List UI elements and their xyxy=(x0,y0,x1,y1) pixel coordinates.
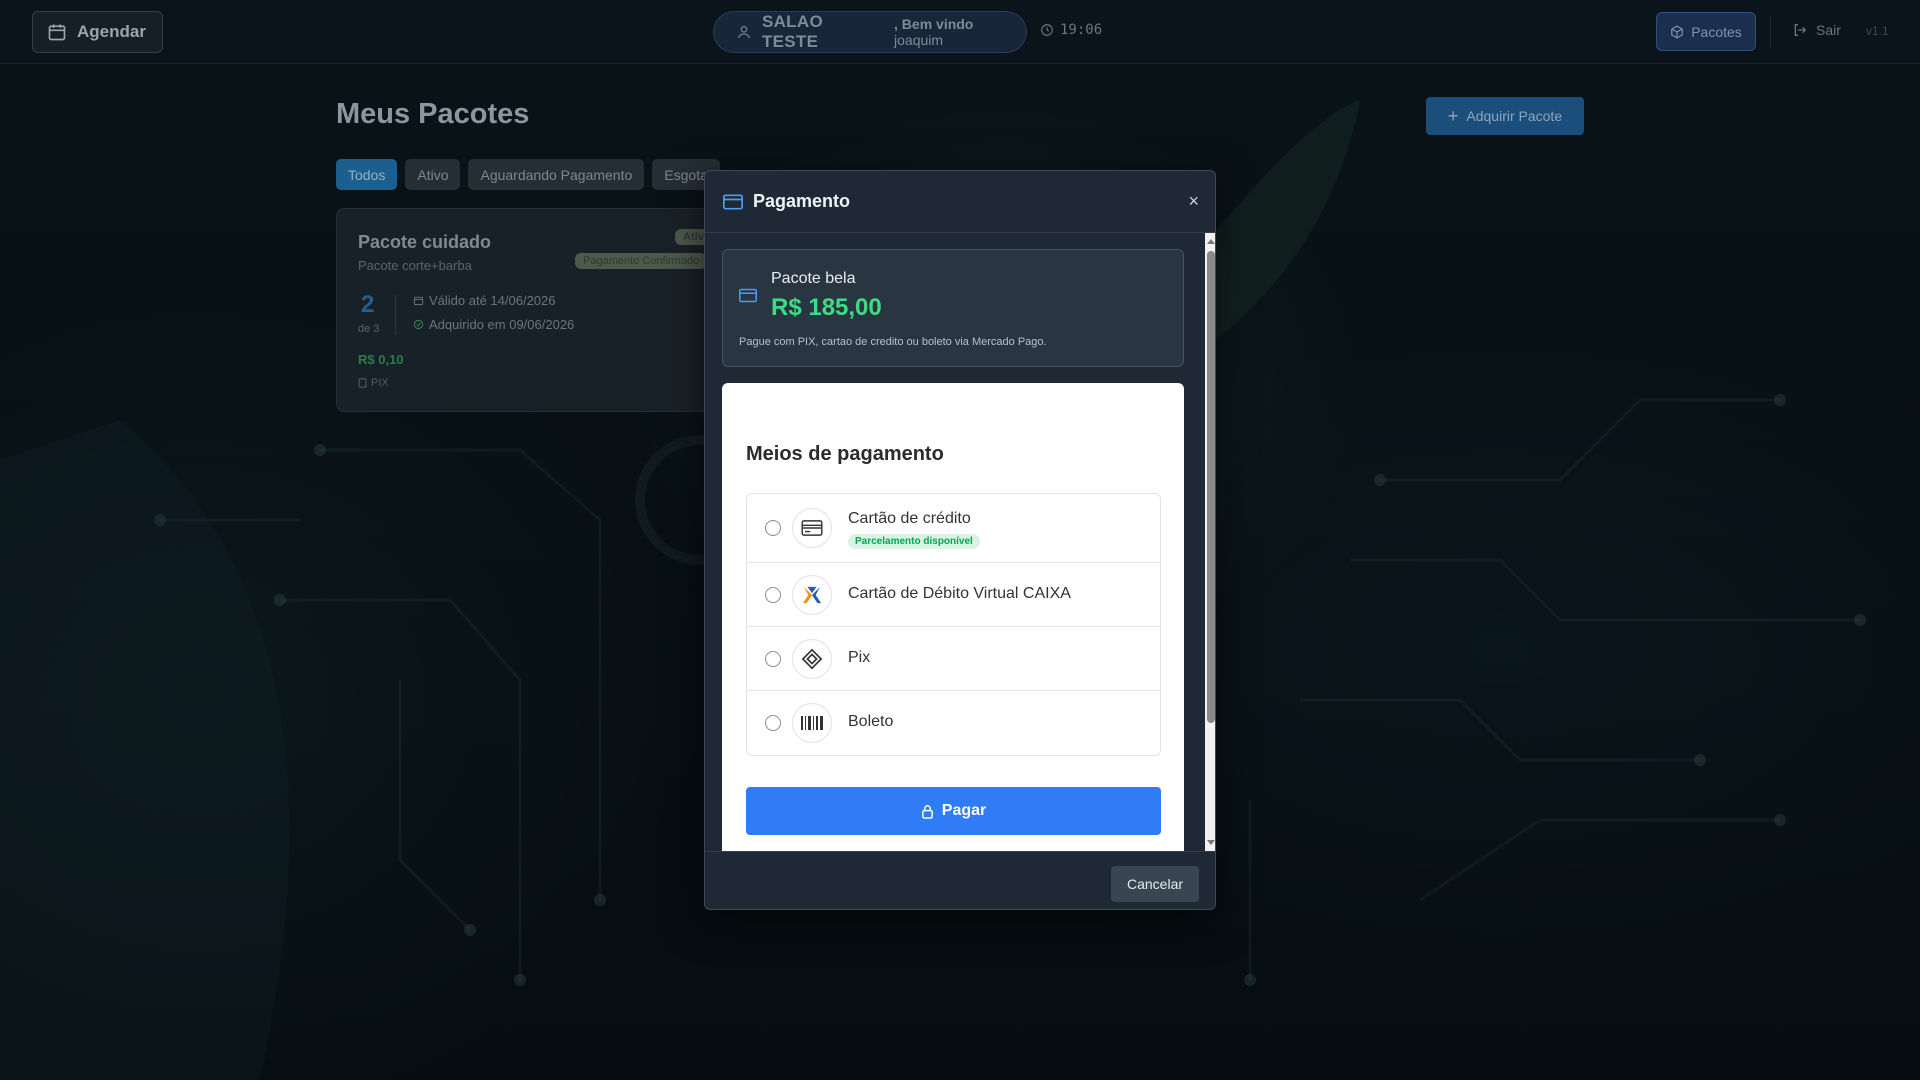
filter-tabs: Todos Ativo Aguardando Pagamento Esgota xyxy=(336,159,720,190)
user-name: joaquim xyxy=(894,32,944,48)
calendar-icon xyxy=(48,24,66,41)
pacotes-button[interactable]: Pacotes xyxy=(1656,12,1756,51)
payment-methods-list: Cartão de crédito Parcelamento disponíve… xyxy=(746,493,1161,756)
logout-icon xyxy=(1794,24,1807,36)
tab-todos[interactable]: Todos xyxy=(336,159,398,190)
card-divider xyxy=(395,295,396,335)
acquired-on-line: Adquirido em 09/06/2026 xyxy=(413,317,574,332)
adquirir-pacote-button[interactable]: + Adquirir Pacote xyxy=(1426,97,1584,135)
welcome-prefix: , Bem vindo xyxy=(894,16,974,32)
modal-header: Pagamento × xyxy=(705,171,1215,233)
caixa-icon xyxy=(792,574,832,615)
clock: 19:06 xyxy=(1040,22,1102,38)
package-price: R$ 0,10 xyxy=(358,352,404,367)
summary-package-name: Pacote bela xyxy=(771,270,856,287)
valid-until: Válido até 14/06/2026 xyxy=(429,293,556,308)
close-icon[interactable]: × xyxy=(1188,191,1199,211)
credit-card-icon xyxy=(739,288,757,303)
sair-button[interactable]: Sair xyxy=(1792,22,1841,38)
payment-option-caixa-debit[interactable]: Cartão de Débito Virtual CAIXA xyxy=(747,563,1160,627)
credit-card-icon xyxy=(792,508,832,548)
sair-label: Sair xyxy=(1816,22,1841,38)
sessions-used: 2 xyxy=(361,291,375,318)
top-bar: Agendar SALAO TESTE , Bem vindo joaquim … xyxy=(0,0,1920,64)
package-card[interactable]: Pacote cuidado Pacote corte+barba Ativo … xyxy=(336,208,719,412)
page-title: Meus Pacotes xyxy=(336,98,530,130)
scroll-down-arrow[interactable] xyxy=(1207,840,1215,845)
tab-aguardando-pagamento[interactable]: Aguardando Pagamento xyxy=(468,159,645,190)
agendar-button[interactable]: Agendar xyxy=(32,11,163,53)
radio-pix[interactable] xyxy=(765,650,781,667)
payment-method: PIX xyxy=(371,377,389,389)
valid-until-line: Válido até 14/06/2026 xyxy=(413,293,556,308)
lock-icon xyxy=(921,804,933,819)
modal-scrollbar[interactable] xyxy=(1205,233,1215,851)
clock-time: 19:06 xyxy=(1060,22,1103,38)
package-icon xyxy=(1671,24,1684,39)
pacotes-label: Pacotes xyxy=(1691,23,1742,40)
installments-badge: Parcelamento disponível xyxy=(848,534,980,549)
pix-icon xyxy=(792,638,832,679)
payment-status-badge: Pagamento Confirmado xyxy=(575,253,708,269)
payment-option-credit-card[interactable]: Cartão de crédito Parcelamento disponíve… xyxy=(747,494,1160,563)
acquired-on: Adquirido em 09/06/2026 xyxy=(429,317,575,332)
calendar-icon xyxy=(413,296,424,306)
credit-card-label: Cartão de crédito xyxy=(848,510,971,527)
salon-name: SALAO TESTE xyxy=(761,12,823,51)
radio-caixa-debit[interactable] xyxy=(765,586,781,603)
pix-label: Pix xyxy=(848,648,871,666)
summary-description: Pague com PIX, cartao de credito ou bole… xyxy=(739,336,1047,348)
cancel-button[interactable]: Cancelar xyxy=(1111,866,1199,902)
radio-boleto[interactable] xyxy=(765,715,781,731)
check-circle-icon xyxy=(413,319,424,330)
sessions-total: de 3 xyxy=(358,323,380,335)
user-welcome-pill: SALAO TESTE , Bem vindo joaquim xyxy=(713,11,1027,53)
caixa-debit-label: Cartão de Débito Virtual CAIXA xyxy=(848,584,1071,602)
welcome-text: , Bem vindo joaquim xyxy=(894,16,1026,48)
package-name: Pacote cuidado xyxy=(358,232,492,252)
topbar-divider xyxy=(1770,16,1771,48)
payment-methods-title: Meios de pagamento xyxy=(746,443,944,465)
mercado-pago-panel: Meios de pagamento Cartão de crédito Par… xyxy=(722,383,1184,851)
summary-price: R$ 185,00 xyxy=(771,294,882,321)
pay-button[interactable]: Pagar xyxy=(746,787,1161,835)
payment-option-pix[interactable]: Pix xyxy=(747,627,1160,691)
radio-credit-card[interactable] xyxy=(765,520,781,536)
payment-modal: Pagamento × Pacote bela R$ 185,00 Pague … xyxy=(704,170,1216,910)
clock-icon xyxy=(1041,24,1053,36)
tab-ativo[interactable]: Ativo xyxy=(405,159,461,190)
barcode-icon xyxy=(792,703,832,743)
modal-body: Pacote bela R$ 185,00 Pague com PIX, car… xyxy=(705,233,1215,851)
adquirir-label: Adquirir Pacote xyxy=(1466,108,1563,124)
package-summary: Pacote bela R$ 185,00 Pague com PIX, car… xyxy=(722,249,1184,367)
scroll-thumb[interactable] xyxy=(1207,251,1215,723)
payment-method-line: PIX xyxy=(358,377,389,389)
modal-footer: Cancelar xyxy=(705,851,1215,909)
scroll-up-arrow[interactable] xyxy=(1207,239,1215,244)
agendar-label: Agendar xyxy=(77,22,146,41)
package-subtitle: Pacote corte+barba xyxy=(358,258,472,273)
modal-title: Pagamento xyxy=(753,191,851,211)
user-icon xyxy=(738,26,750,39)
version-label: v1.1 xyxy=(1866,24,1889,38)
credit-card-icon xyxy=(723,194,743,209)
plus-icon: + xyxy=(1447,106,1459,126)
pay-label: Pagar xyxy=(941,802,987,819)
payment-option-boleto[interactable]: Boleto xyxy=(747,691,1160,755)
receipt-icon xyxy=(358,378,367,388)
boleto-label: Boleto xyxy=(848,713,894,730)
